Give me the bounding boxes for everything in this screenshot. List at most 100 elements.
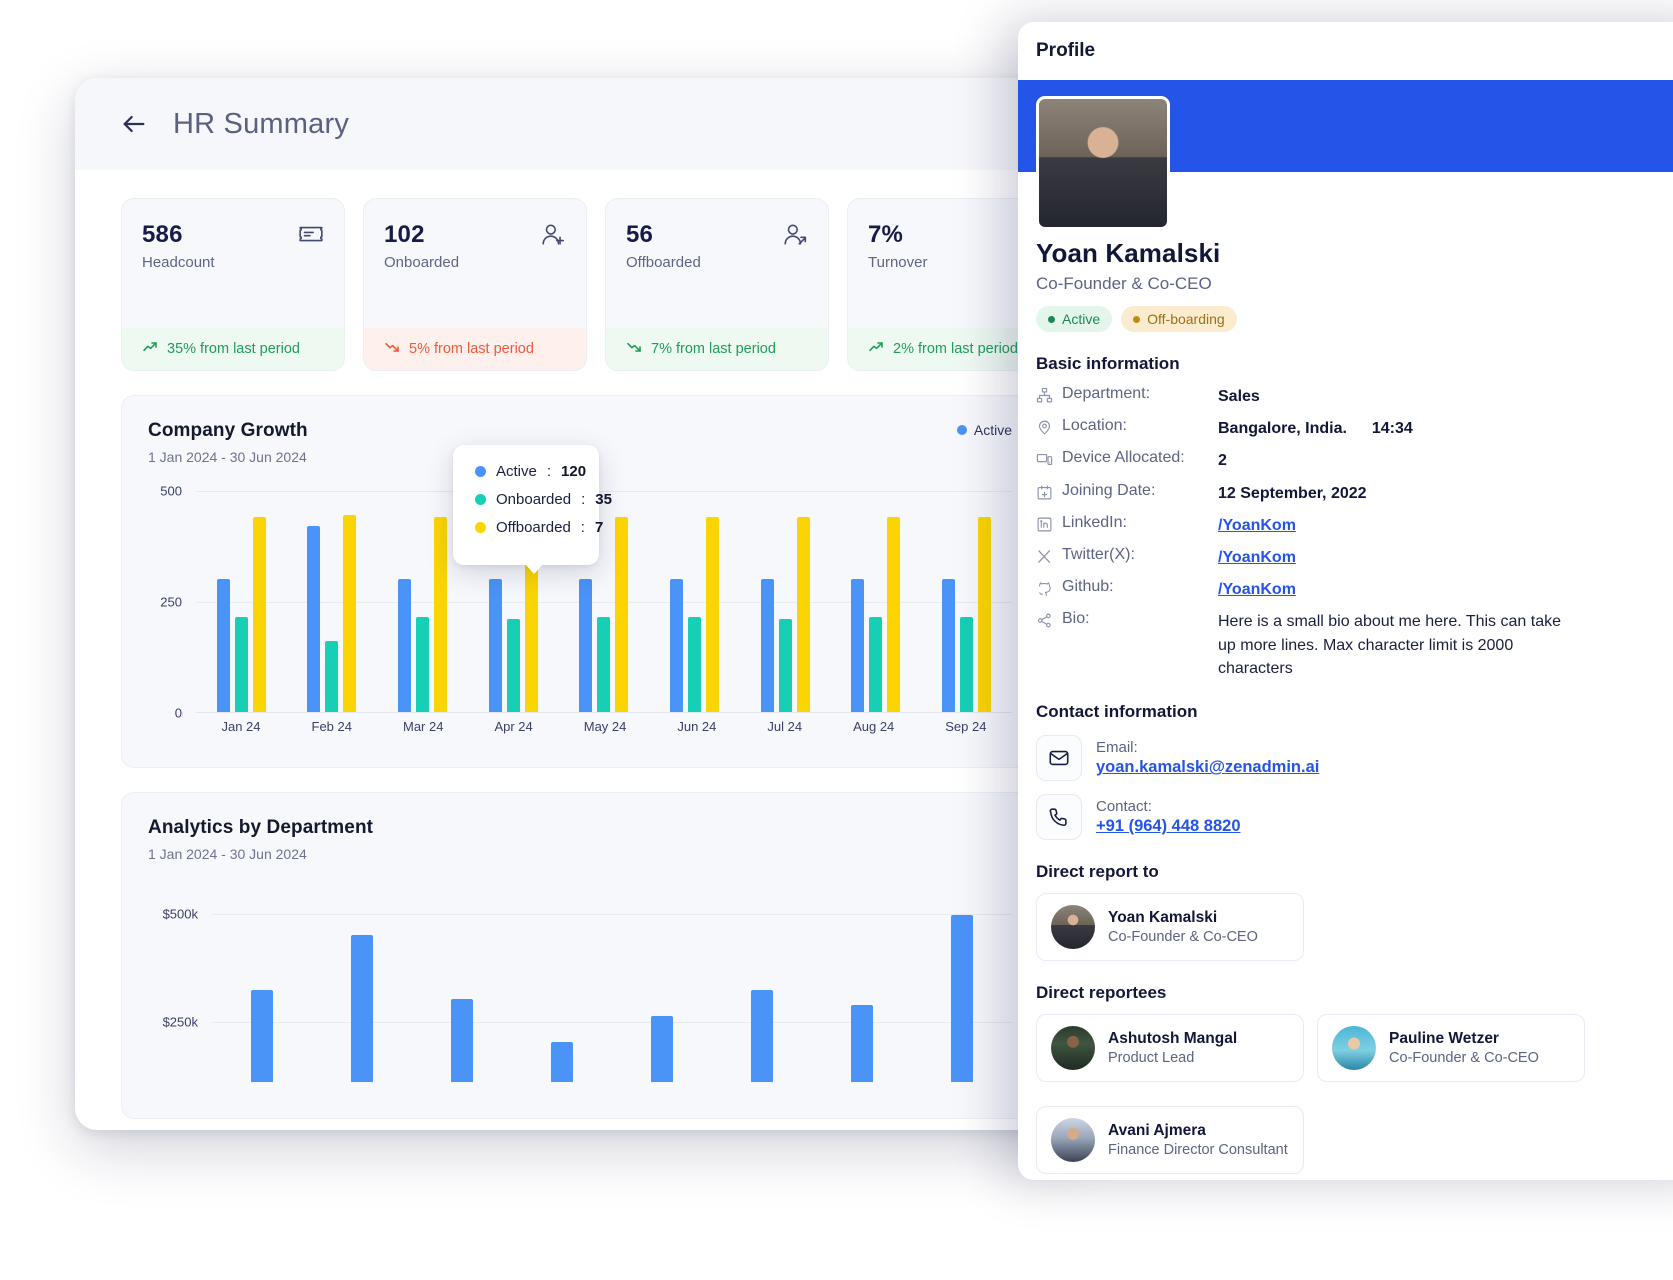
axis-baseline [196,712,1012,713]
trend-down-icon [384,339,400,359]
contact-label: Contact: [1096,798,1152,816]
tooltip-label: Active [496,463,537,480]
info-value: Sales [1218,388,1260,405]
trend-up-icon [142,339,158,359]
panel-title: Company Growth [148,420,308,441]
bar-offboarded[interactable] [252,517,266,712]
person-card-reportee[interactable]: Ashutosh Mangal Product Lead [1036,1014,1304,1083]
bar-offboarded[interactable] [978,517,992,712]
bar-active[interactable] [942,579,956,712]
email-link[interactable]: yoan.kamalski@zenadmin.ai [1096,758,1319,777]
x-tick-label: Mar 24 [402,719,444,734]
bar-group[interactable] [760,491,810,712]
bar-offboarded[interactable] [615,517,629,712]
kpi-card-offboarded[interactable]: 56 Offboarded 7% from last period [605,198,829,371]
bar[interactable] [951,915,973,1082]
avatar [1051,1026,1095,1071]
bio-value: Here is a small bio about me here. This … [1218,613,1561,678]
x-axis-labels: Jan 24 Feb 24 Mar 24 Apr 24 May 24 Jun 2… [196,719,1012,734]
bar-active[interactable] [760,579,774,712]
y-tick-label: 250 [160,594,182,610]
bar-offboarded[interactable] [706,517,720,712]
bar-offboarded[interactable] [887,517,901,712]
person-role: Co-Founder & Co-CEO [1389,1050,1539,1067]
x-tick-label: May 24 [583,719,627,734]
bar-onboarded[interactable] [688,617,702,712]
bar-group[interactable] [398,491,448,712]
bar-active[interactable] [307,526,321,712]
arrow-left-icon[interactable] [119,109,149,139]
bar-group[interactable] [942,491,992,712]
person-role: Product Lead [1108,1050,1195,1067]
bar-onboarded[interactable] [325,641,339,712]
kpi-card-headcount[interactable]: 586 Headcount 35% from last period [121,198,345,371]
bar-active[interactable] [579,579,593,712]
bar-active[interactable] [488,579,502,712]
info-row-joining-date: Joining Date: 12 September, 2022 [1036,482,1673,505]
bar-onboarded[interactable] [416,617,430,712]
bar-group[interactable] [670,491,720,712]
tooltip-value: 35 [595,491,612,508]
bar-active[interactable] [851,579,865,712]
bar-offboarded[interactable] [796,517,810,712]
bar-onboarded[interactable] [234,617,248,712]
profile-banner [1018,80,1673,230]
person-card-reportee[interactable]: Pauline Wetzer Co-Founder & Co-CEO [1317,1014,1585,1083]
share-icon [1036,612,1053,629]
kpi-card-onboarded[interactable]: 102 Onboarded 5% from last period [363,198,587,371]
person-role: Finance Director Consultant [1108,1142,1288,1159]
person-card-reportee[interactable]: Avani Ajmera Finance Director Consultant [1036,1106,1304,1175]
direct-reportees-list: Ashutosh Mangal Product Lead Pauline Wet… [1036,1003,1673,1175]
bar-active[interactable] [398,579,412,712]
kpi-label: Offboarded [626,254,701,271]
bar-group[interactable] [851,491,901,712]
legend-item-active[interactable]: Active [956,422,1012,438]
linkedin-link[interactable]: /YoanKom [1218,514,1296,537]
bar[interactable] [451,999,473,1082]
phone-link[interactable]: +91 (964) 448 8820 [1096,817,1241,836]
bar-group[interactable] [307,491,357,712]
twitter-link[interactable]: /YoanKom [1218,546,1296,569]
info-value: Bangalore, India. 14:34 [1218,417,1413,440]
bar-onboarded[interactable] [506,619,520,712]
profile-title: Profile [1036,40,1096,61]
status-badge-active: Active [1036,306,1113,332]
kpi-card-row: 586 Headcount 35% from last period 102 O… [75,170,1085,371]
bar-active[interactable] [670,579,684,712]
bar-onboarded[interactable] [960,617,974,712]
info-value: 2 [1218,452,1227,470]
legend-label: Active [973,422,1012,438]
bar[interactable] [551,1042,573,1082]
tooltip-row-onboarded: Onboarded : 35 [475,491,612,508]
info-row-bio: Bio: Here is a small bio about me here. … [1036,610,1673,680]
section-title-direct-reportees: Direct reportees [1036,983,1167,1003]
status-dot-icon [1048,315,1055,323]
bar[interactable] [351,935,373,1082]
bar-onboarded[interactable] [869,617,883,712]
y-axis: $500k $250k [148,892,206,1082]
bar[interactable] [751,990,773,1082]
bar-onboarded[interactable] [597,617,611,712]
trend-up-icon [868,339,884,359]
company-growth-chart: 500 250 0 Jan 24 Feb 24 Mar 24 Apr 24 Ma… [148,445,1012,751]
bar[interactable] [251,990,273,1082]
kpi-value: 586 [142,221,183,248]
bar-offboarded[interactable] [343,515,357,712]
bar-active[interactable] [216,579,230,712]
x-tick-label: Jan 24 [221,719,261,734]
bar[interactable] [851,1005,873,1082]
org-chart-icon [1036,387,1053,404]
status-badges: Active Off-boarding [1036,306,1673,332]
y-axis: 500 250 0 [148,484,190,721]
dashboard-header: HR Summary [75,78,1085,170]
github-link[interactable]: /YoanKom [1218,578,1296,601]
plot-area [182,491,1012,717]
bar-groups [182,491,1012,717]
bar-offboarded[interactable] [434,517,448,712]
bar-onboarded[interactable] [778,619,792,712]
legend-dot-icon [956,425,967,435]
bar-group[interactable] [182,491,266,717]
person-role: Co-Founder & Co-CEO [1108,929,1258,946]
bar[interactable] [651,1016,673,1082]
person-card-manager[interactable]: Yoan Kamalski Co-Founder & Co-CEO [1036,893,1304,962]
